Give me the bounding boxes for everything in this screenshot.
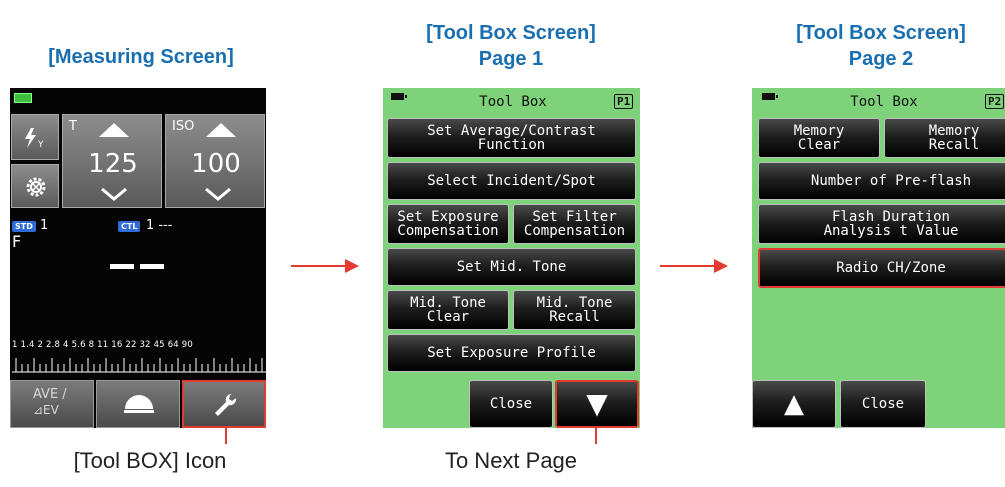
settings-button[interactable]	[11, 164, 59, 208]
set-filter-compensation-button[interactable]: Set Filter Compensation	[513, 204, 636, 244]
dome-icon	[124, 395, 154, 413]
chevron-up-icon[interactable]	[206, 123, 236, 137]
shutter-speed-control[interactable]: T 125	[62, 114, 162, 208]
svg-text:Y: Y	[37, 140, 44, 149]
select-incident-spot-button[interactable]: Select Incident/Spot	[387, 162, 636, 200]
next-page-icon: ▼	[586, 387, 608, 420]
toolbox-page1-screen: Tool Box P1 Set Average/Contrast Functio…	[383, 88, 640, 428]
ctl-badge: CTL	[118, 221, 141, 232]
flash-icon: Y	[25, 128, 44, 149]
heading-line: [Tool Box Screen]	[796, 22, 966, 44]
page-badge: P2	[985, 94, 1005, 109]
close-button[interactable]: Close	[469, 380, 553, 428]
flash-mode-button[interactable]: Y	[11, 114, 59, 160]
toolbox-page2-screen: Tool Box P2 Memory Clear Memory Recall N…	[752, 88, 1005, 428]
tool-box-button[interactable]	[182, 380, 266, 428]
close-button[interactable]: Close	[840, 380, 926, 428]
aperture-scale-ticks	[12, 358, 266, 373]
chevron-down-icon[interactable]	[100, 187, 128, 201]
ctl-value: 1 ---	[146, 218, 173, 233]
chevron-down-icon[interactable]	[204, 187, 232, 201]
aperture-scale-labels: 1 1.4 2 2.8 4 5.6 8 11 16 22 32 45 64 90	[12, 340, 194, 350]
set-exposure-compensation-button[interactable]: Set Exposure Compensation	[387, 204, 509, 244]
next-page-button[interactable]: ▼	[555, 380, 639, 428]
reading-display	[110, 264, 166, 270]
tool-box-caption: [Tool BOX] Icon	[73, 448, 227, 473]
memory-recall-button[interactable]: Memory Recall	[884, 118, 1005, 158]
chevron-up-icon[interactable]	[99, 123, 129, 137]
mid-tone-clear-button[interactable]: Mid. Tone Clear	[387, 290, 509, 330]
set-average-contrast-button[interactable]: Set Average/Contrast Function	[387, 118, 636, 158]
std-count: 1	[40, 218, 49, 233]
toolbox-title: Tool Box	[850, 94, 918, 110]
ave-ev-button[interactable]: AVE / ⊿EV	[10, 380, 94, 428]
heading-line: [Tool Box Screen]	[426, 22, 596, 44]
tool-box-pointer	[225, 428, 227, 444]
dome-button[interactable]	[96, 380, 180, 428]
next-page-pointer	[595, 428, 597, 444]
heading-line: Page 2	[848, 48, 914, 70]
page-badge: P1	[614, 94, 634, 109]
battery-icon	[14, 93, 32, 103]
measuring-screen: Y T 125 ISO 100 STD 1 CTL 1 --- F 1 1.4 …	[10, 88, 266, 428]
iso-control[interactable]: ISO 100	[165, 114, 265, 208]
gear-icon	[26, 177, 46, 197]
wrench-icon	[215, 393, 237, 416]
f-label: F	[12, 232, 22, 251]
toolbox-page1-heading: [Tool Box Screen] Page 1	[380, 20, 642, 72]
iso-label: ISO	[172, 119, 195, 134]
previous-page-icon: ▲	[784, 389, 804, 419]
set-mid-tone-button[interactable]: Set Mid. Tone	[387, 248, 636, 286]
shutter-value: 125	[88, 149, 138, 179]
battery-icon	[391, 93, 407, 100]
battery-icon	[762, 93, 778, 100]
ev-label: ⊿EV	[33, 403, 59, 417]
number-of-pre-flash-button[interactable]: Number of Pre-flash	[758, 162, 1005, 200]
previous-page-button[interactable]: ▲	[752, 380, 836, 428]
memory-clear-button[interactable]: Memory Clear	[758, 118, 880, 158]
toolbox-page2-heading: [Tool Box Screen] Page 2	[750, 20, 1005, 72]
mid-tone-recall-button[interactable]: Mid. Tone Recall	[513, 290, 636, 330]
ave-label: AVE /	[33, 387, 67, 402]
measuring-screen-heading: [Measuring Screen]	[48, 46, 234, 68]
set-exposure-profile-button[interactable]: Set Exposure Profile	[387, 334, 636, 372]
std-badge: STD	[12, 221, 36, 232]
toolbox-title: Tool Box	[479, 94, 547, 110]
heading-line: Page 1	[478, 48, 544, 70]
radio-ch-zone-button[interactable]: Radio CH/Zone	[758, 248, 1005, 288]
next-page-caption: To Next Page	[444, 448, 578, 473]
flash-duration-analysis-button[interactable]: Flash Duration Analysis t Value	[758, 204, 1005, 244]
iso-value: 100	[191, 149, 241, 179]
t-label: T	[69, 119, 77, 134]
